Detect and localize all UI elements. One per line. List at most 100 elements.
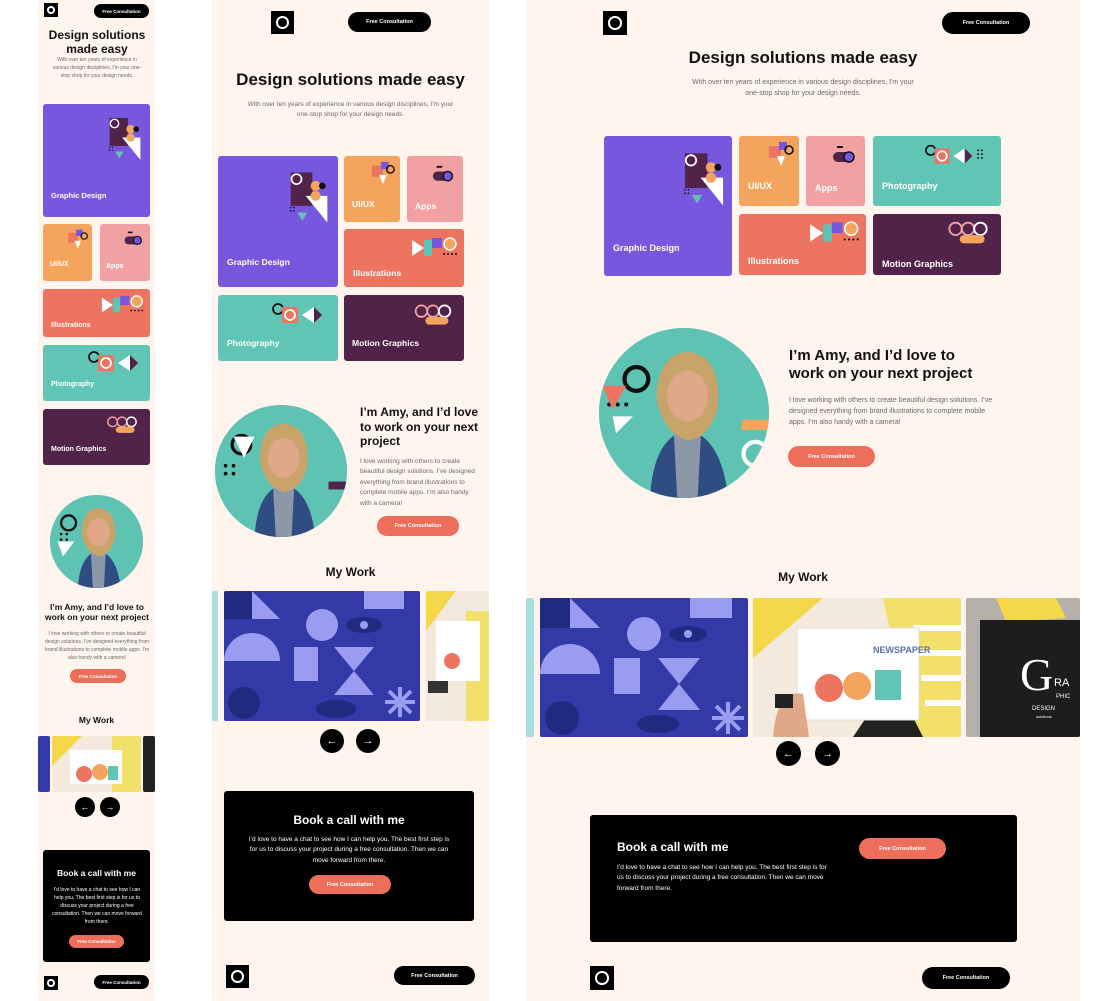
carousel-prev-button[interactable]: ← xyxy=(320,729,344,753)
hero-subtitle: With over ten years of experience in var… xyxy=(52,57,142,79)
work-slide-newspaper[interactable]: NEWSPAPER xyxy=(753,598,961,737)
service-label: Graphic Design xyxy=(613,243,680,253)
arrow-left-icon: ← xyxy=(783,747,794,760)
work-slide-tote[interactable]: G RA PHIC DESIGN solutions xyxy=(966,598,1080,737)
service-card-ui-ux[interactable]: UI/UX xyxy=(739,136,799,206)
book-cta-button[interactable]: Free Consultation xyxy=(859,838,946,859)
tote-word-3: DESIGN xyxy=(1032,706,1055,712)
tote-word-4: solutions xyxy=(1036,714,1052,719)
carousel-prev-button[interactable]: ← xyxy=(776,741,801,766)
logo[interactable] xyxy=(603,11,627,35)
apps-illustration xyxy=(833,146,855,163)
graphic-design-illustration xyxy=(108,117,141,160)
work-slide-tote[interactable] xyxy=(143,736,155,792)
header-cta-button[interactable]: Free Consultation xyxy=(942,12,1030,34)
service-card-apps[interactable]: Apps xyxy=(806,136,865,206)
hero-subtitle: With over ten years of experience in var… xyxy=(692,79,914,97)
footer-logo[interactable] xyxy=(226,965,249,988)
about-body: I love working with others to create bea… xyxy=(360,458,475,507)
service-card-illustrations[interactable]: Illustrations xyxy=(739,214,866,275)
service-label: Motion Graphics xyxy=(882,259,954,269)
book-title: Book a call with me xyxy=(57,868,136,878)
work-slide-shapes[interactable] xyxy=(38,736,50,792)
ui-ux-illustration xyxy=(371,161,395,185)
service-card-motion-graphics[interactable]: Motion Graphics xyxy=(873,214,1001,275)
service-card-motion-graphics[interactable]: Motion Graphics xyxy=(43,409,150,465)
about-cta-button[interactable]: Free Consultation xyxy=(70,669,126,683)
book-body: I’d love to have a chat to see how I can… xyxy=(248,836,450,864)
logo[interactable] xyxy=(271,11,294,34)
footer-logo[interactable] xyxy=(44,976,58,990)
carousel-prev-button[interactable]: ← xyxy=(75,797,95,817)
book-title: Book a call with me xyxy=(293,813,405,827)
service-card-ui-ux[interactable]: UI/UX xyxy=(43,224,92,281)
about-cta-button[interactable]: Free Consultation xyxy=(788,446,875,467)
book-cta-button[interactable]: Free Consultation xyxy=(309,875,391,894)
service-label: UI/UX xyxy=(352,199,375,209)
amy-portrait xyxy=(215,405,347,537)
service-card-apps[interactable]: Apps xyxy=(407,156,463,222)
service-label: Photography xyxy=(51,381,95,388)
about-body: I love working with others to create bea… xyxy=(789,397,993,427)
carousel-next-button[interactable]: → xyxy=(356,729,380,753)
arrow-right-icon: → xyxy=(362,735,374,747)
photography-illustration xyxy=(88,351,138,371)
logo[interactable] xyxy=(44,3,58,17)
service-label: Apps xyxy=(815,183,838,193)
service-card-illustrations[interactable]: Illustrations xyxy=(43,289,150,337)
footer-cta-button[interactable]: Free Consultation xyxy=(94,975,149,989)
service-card-graphic-design[interactable]: Graphic Design xyxy=(604,136,732,276)
newspaper-text: NEWSPAPER xyxy=(873,645,931,655)
service-card-photography[interactable]: Photography xyxy=(43,345,150,401)
work-slide-newspaper[interactable] xyxy=(52,736,141,792)
work-slide-edge[interactable] xyxy=(526,598,534,737)
service-card-apps[interactable]: Apps xyxy=(100,224,150,281)
carousel-next-button[interactable]: → xyxy=(100,797,120,817)
service-label: Graphic Design xyxy=(227,257,290,267)
about-body: I love working with others to create bea… xyxy=(44,631,150,661)
service-label: UI/UX xyxy=(50,261,69,268)
apps-illustration xyxy=(432,165,454,182)
work-carousel[interactable] xyxy=(38,736,155,792)
book-title: Book a call with me xyxy=(617,840,729,854)
about-title: I’m Amy, and I’d love to work on your ne… xyxy=(360,405,479,449)
service-label: Motion Graphics xyxy=(352,338,420,348)
work-carousel[interactable] xyxy=(212,591,489,721)
tablet-frame: Free Consultation Design solutions made … xyxy=(212,0,489,1001)
service-label: Photography xyxy=(882,181,938,191)
motion-graphics-illustration xyxy=(414,304,452,325)
header-cta-button[interactable]: Free Consultation xyxy=(348,12,431,32)
about-title: I’m Amy, and I’d love to work on your ne… xyxy=(45,602,149,623)
service-label: Photography xyxy=(227,338,280,348)
about-title: I’m Amy, and I’d love to work on your ne… xyxy=(789,347,973,383)
service-card-motion-graphics[interactable]: Motion Graphics xyxy=(344,295,464,361)
header-cta-button[interactable]: Free Consultation xyxy=(94,4,149,18)
work-title: My Work xyxy=(78,715,115,725)
desktop-frame: Free Consultation Design solutions made … xyxy=(526,0,1080,1001)
photography-illustration xyxy=(272,303,322,323)
work-slide-shapes[interactable] xyxy=(540,598,748,737)
service-card-ui-ux[interactable]: UI/UX xyxy=(344,156,400,222)
service-card-photography[interactable]: Photography xyxy=(873,136,1001,206)
service-card-illustrations[interactable]: Illustrations xyxy=(344,229,464,287)
work-slide-tote[interactable] xyxy=(212,591,218,721)
service-card-photography[interactable]: Photography xyxy=(218,295,338,361)
footer-cta-button[interactable]: Free Consultation xyxy=(394,966,475,985)
service-card-graphic-design[interactable]: Graphic Design xyxy=(43,104,150,217)
photography-illustration xyxy=(925,144,983,164)
work-slide-newspaper[interactable] xyxy=(426,591,489,721)
footer-cta-button[interactable]: Free Consultation xyxy=(922,967,1010,989)
service-label: Illustrations xyxy=(353,268,402,278)
about-cta-button[interactable]: Free Consultation xyxy=(377,516,459,536)
apps-illustration xyxy=(124,231,142,245)
work-slide-shapes[interactable] xyxy=(224,591,420,721)
book-cta-button[interactable]: Free Consultation xyxy=(69,935,124,948)
graphic-design-illustration xyxy=(289,172,328,223)
carousel-next-button[interactable]: → xyxy=(815,741,840,766)
work-carousel[interactable]: NEWSPAPER G RA PHIC DESIGN solutions xyxy=(526,598,1080,737)
illustrations-illustration xyxy=(810,221,859,242)
service-label: Illustrations xyxy=(748,256,800,266)
footer-logo[interactable] xyxy=(590,966,614,990)
service-card-graphic-design[interactable]: Graphic Design xyxy=(218,156,338,287)
tote-word-1: RA xyxy=(1054,677,1070,689)
